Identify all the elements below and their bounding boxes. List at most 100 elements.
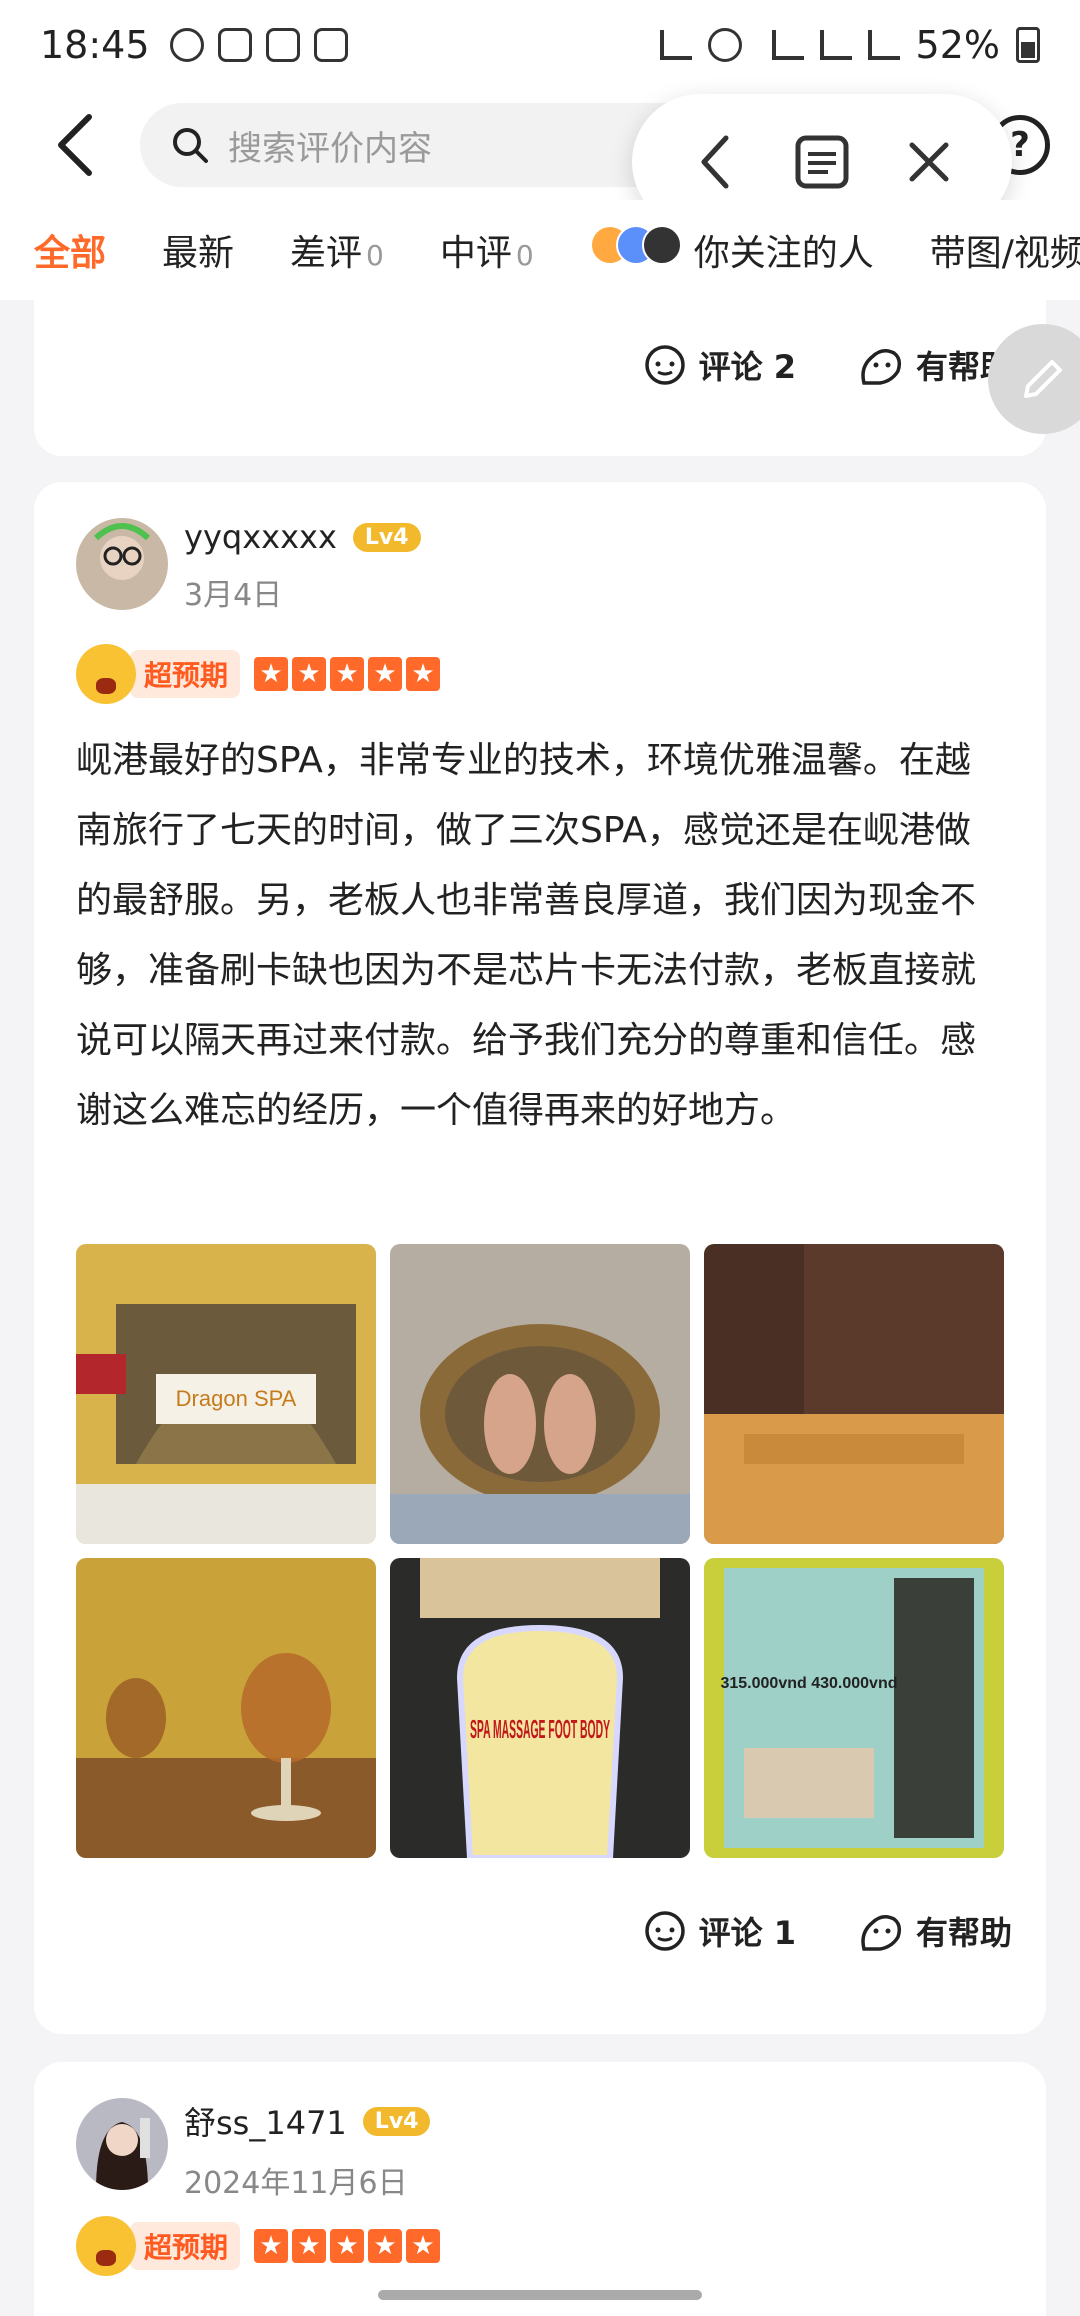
checkbox-icon: [313, 28, 348, 62]
panel-back-button[interactable]: [680, 127, 750, 197]
chevron-left-icon: [701, 135, 729, 189]
review-photo[interactable]: 315.000vnd 430.000vnd: [704, 1558, 1004, 1858]
review-actions: 评论 1 有帮助: [643, 1908, 1012, 1954]
star-icon: ★: [406, 657, 441, 691]
comment-icon: [644, 1911, 685, 1951]
panel-close-button[interactable]: [894, 127, 964, 197]
photo-grid: Dragon SPA SPA MASSAGE FOOT BODY 315.000…: [76, 1244, 1004, 1858]
review-photo[interactable]: [76, 1558, 376, 1858]
level-badge: Lv4: [352, 522, 421, 552]
comment-label: 评论 2: [698, 348, 796, 386]
status-time: 18:45: [40, 23, 150, 67]
review-photo[interactable]: [390, 1244, 690, 1544]
helpful-icon: [861, 1915, 902, 1951]
comment-button[interactable]: 评论 1: [643, 1908, 796, 1954]
search-placeholder: 搜索评价内容: [228, 128, 432, 169]
rating-row: 超预期 ★ ★ ★ ★ ★: [76, 2216, 441, 2276]
gallery-icon: [217, 28, 252, 62]
review-card-previous: 评论 2 有帮助: [34, 300, 1046, 456]
tab-label: 带图/视频: [929, 233, 1080, 274]
helpful-label: 有帮助: [915, 1914, 1012, 1952]
review-actions: 评论 2 有帮助: [643, 342, 1012, 388]
status-bar: 18:45 52%: [0, 0, 1080, 90]
battery-icon: [1016, 27, 1040, 63]
review-photo[interactable]: SPA MASSAGE FOOT BODY: [390, 1558, 690, 1858]
edit-icon: [659, 30, 692, 60]
tab-label: 你关注的人: [693, 233, 874, 274]
battery-percent: 52%: [915, 23, 1000, 67]
tab-count: 0: [366, 239, 384, 272]
home-indicator[interactable]: [378, 2290, 702, 2300]
search-icon: [173, 128, 208, 163]
helpful-icon: [861, 349, 902, 385]
tab-label: 全部: [34, 233, 107, 274]
level-badge: Lv4: [362, 2106, 431, 2136]
user-info: 舒ss_1471 Lv4 2024年11月6日: [184, 2098, 431, 2202]
photo-reception: Dragon SPA: [76, 1244, 376, 1544]
wifi-icon: [771, 30, 804, 60]
alarm-icon: [707, 28, 742, 62]
messenger-icon: [169, 28, 204, 62]
photo-caption: Dragon SPA: [176, 1386, 297, 1411]
star-icon: ★: [368, 2229, 403, 2263]
tab-count: 0: [515, 239, 534, 272]
review-photo[interactable]: Dragon SPA: [76, 1244, 376, 1544]
signal-icon-2: [867, 30, 900, 60]
tab-label: 中评: [439, 233, 512, 274]
tab-following[interactable]: 你关注的人: [589, 224, 874, 276]
tab-label: 最新: [162, 233, 235, 274]
rating-label: 超预期: [130, 650, 241, 698]
review-photo[interactable]: [704, 1244, 1004, 1544]
star-icon: ★: [368, 657, 403, 691]
star-rating: ★ ★ ★ ★ ★: [254, 2229, 441, 2263]
translate-icon: [265, 28, 300, 62]
star-icon: ★: [254, 657, 289, 691]
comment-button[interactable]: 评论 2: [643, 342, 796, 388]
username-row: 舒ss_1471 Lv4: [184, 2098, 431, 2144]
panel-document-button[interactable]: [787, 127, 857, 197]
star-icon: ★: [292, 2229, 327, 2263]
tab-negative[interactable]: 差评 0: [290, 224, 384, 276]
tab-all[interactable]: 全部: [34, 224, 106, 276]
review-text: 岘港最好的SPA，非常专业的技术，环境优雅温馨。在越南旅行了七天的时间，做了三次…: [76, 740, 977, 1131]
review-user-row: yyqxxxxx Lv4 3月4日: [76, 518, 421, 614]
avatar[interactable]: [76, 518, 168, 610]
review-card-next: 舒ss_1471 Lv4 2024年11月6日 超预期 ★ ★ ★ ★ ★: [34, 2062, 1046, 2316]
review-date: 3月4日: [184, 578, 283, 613]
back-button[interactable]: [30, 100, 120, 190]
document-icon: [795, 135, 849, 189]
close-icon: [909, 142, 949, 182]
tab-with-media[interactable]: 带图/视频: [930, 224, 1080, 276]
star-icon: ★: [292, 657, 327, 691]
photo-massage-beds: [704, 1244, 1004, 1544]
rating-label: 超预期: [130, 2222, 241, 2270]
user-info: yyqxxxxx Lv4 3月4日: [184, 518, 421, 614]
username[interactable]: yyqxxxxx: [184, 518, 337, 556]
comment-label: 评论 1: [698, 1914, 796, 1952]
surprised-emoji-icon: [76, 644, 136, 704]
tab-neutral[interactable]: 中评 0: [440, 224, 534, 276]
star-icon: ★: [406, 2229, 441, 2263]
review-user-row: 舒ss_1471 Lv4 2024年11月6日: [76, 2098, 431, 2202]
comment-icon: [644, 345, 685, 385]
helpful-button[interactable]: 有帮助: [856, 1908, 1012, 1954]
tab-latest[interactable]: 最新: [162, 224, 234, 276]
tab-label: 差评: [290, 233, 363, 274]
chevron-left-icon: [58, 114, 92, 176]
surprised-emoji-icon: [76, 2216, 136, 2276]
filter-tabs: 全部 最新 差评 0 中评 0 你关注的人 带图/视频: [0, 200, 1080, 300]
username[interactable]: 舒ss_1471: [184, 2098, 347, 2144]
star-icon: ★: [254, 2229, 289, 2263]
photo-sign: SPA MASSAGE FOOT BODY: [390, 1558, 690, 1858]
username-row: yyqxxxxx Lv4: [184, 518, 421, 556]
avatar[interactable]: [76, 2098, 168, 2190]
photo-foot-bath: [390, 1244, 690, 1544]
review-card: yyqxxxxx Lv4 3月4日 超预期 ★ ★ ★ ★ ★ 岘港最好的SPA…: [34, 482, 1046, 2034]
star-rating: ★ ★ ★ ★ ★: [254, 657, 441, 691]
photo-tea: [76, 1558, 376, 1858]
signal-icon: [819, 30, 852, 60]
star-icon: ★: [330, 2229, 365, 2263]
photo-price-board: 315.000vnd 430.000vnd: [704, 1558, 1004, 1858]
user-avatar-image: [76, 518, 168, 610]
user-avatar-image: [76, 2098, 168, 2190]
